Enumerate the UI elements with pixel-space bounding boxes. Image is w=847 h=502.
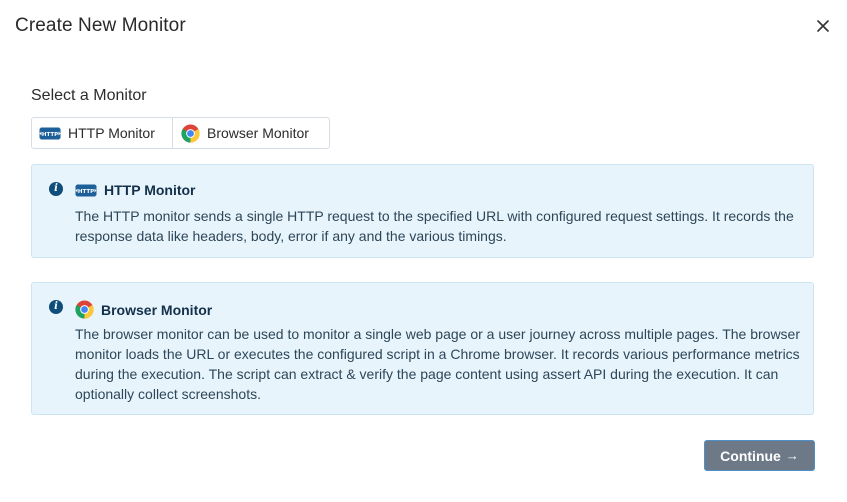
dialog-title: Create New Monitor: [15, 15, 186, 36]
http-card-heading: HTTP HTTP Monitor: [75, 182, 196, 198]
http-icon: HTTP: [39, 127, 61, 140]
close-icon: [817, 20, 829, 32]
svg-text:HTTP: HTTP: [42, 132, 58, 138]
browser-card-description: The browser monitor can be used to monit…: [75, 326, 801, 402]
continue-button-label: Continue: [720, 447, 781, 464]
browser-card-heading: Browser Monitor: [75, 300, 212, 319]
info-icon: i: [49, 300, 63, 314]
http-icon: HTTP: [75, 184, 97, 197]
monitor-type-selector: HTTP HTTP Monitor Browser Monitor: [31, 117, 330, 149]
http-monitor-option-label: HTTP Monitor: [68, 125, 155, 141]
info-icon: i: [49, 182, 63, 196]
http-monitor-option[interactable]: HTTP HTTP Monitor: [32, 118, 172, 148]
arrow-right-icon: →: [785, 448, 799, 463]
continue-button[interactable]: Continue →: [704, 440, 815, 471]
browser-monitor-option[interactable]: Browser Monitor: [172, 118, 329, 148]
create-monitor-dialog: Create New Monitor Select a Monitor HTTP…: [0, 0, 847, 502]
browser-monitor-option-label: Browser Monitor: [207, 125, 309, 141]
browser-monitor-info-card: i Browser Monitor The browser monitor ca…: [31, 282, 814, 415]
svg-text:HTTP: HTTP: [78, 189, 94, 195]
close-button[interactable]: [811, 14, 835, 38]
chrome-icon: [75, 300, 94, 319]
http-card-description: The HTTP monitor sends a single HTTP req…: [75, 208, 794, 244]
chrome-icon: [181, 123, 200, 143]
http-card-title: HTTP Monitor: [104, 182, 196, 198]
http-monitor-info-card: i HTTP HTTP Monitor The HTTP monitor sen…: [31, 164, 814, 258]
browser-card-title: Browser Monitor: [101, 301, 213, 318]
select-monitor-label: Select a Monitor: [31, 87, 147, 104]
